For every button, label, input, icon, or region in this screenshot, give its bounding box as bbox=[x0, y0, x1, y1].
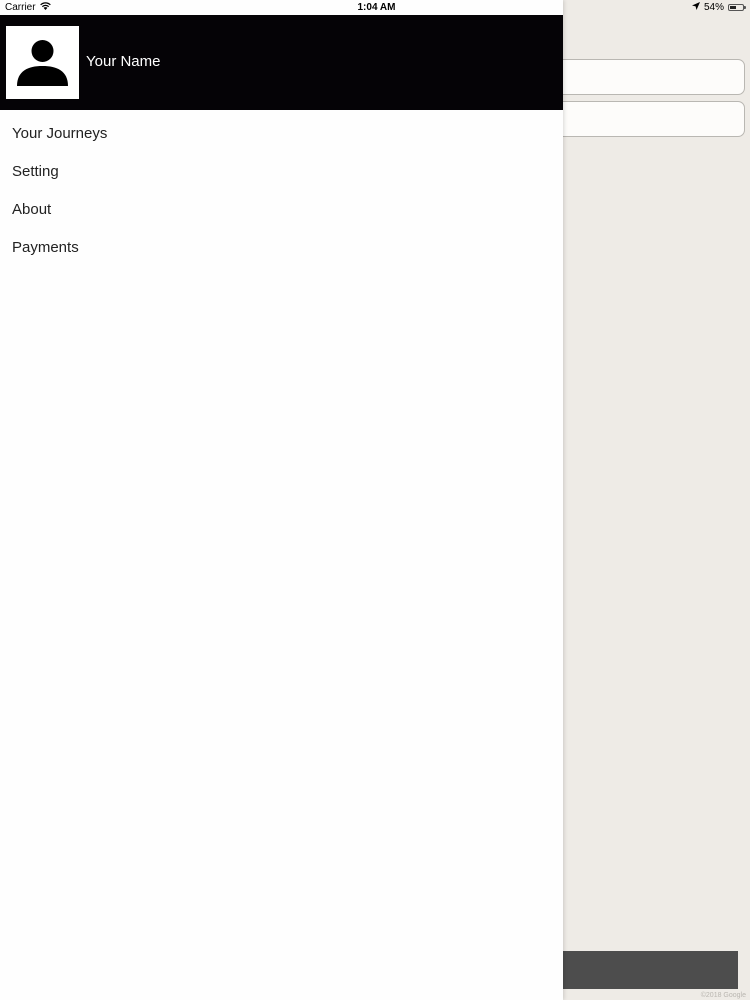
menu-item-about[interactable]: About bbox=[0, 191, 563, 229]
map-watermark: ©2018 Google bbox=[700, 992, 746, 999]
bottom-action-bar[interactable] bbox=[540, 951, 738, 989]
person-icon bbox=[6, 26, 79, 99]
avatar[interactable] bbox=[6, 26, 79, 99]
status-time: 1:04 AM bbox=[357, 2, 396, 13]
side-drawer: Your Name Your Journeys Setting About Pa… bbox=[0, 0, 563, 1000]
status-right-group: 54% bbox=[691, 2, 746, 13]
user-name[interactable]: Your Name bbox=[86, 53, 161, 70]
menu-item-payments[interactable]: Payments bbox=[0, 229, 563, 267]
menu-item-setting[interactable]: Setting bbox=[0, 153, 563, 191]
destination-input[interactable] bbox=[540, 101, 745, 137]
battery-level bbox=[730, 6, 737, 9]
status-bar: Carrier 1:04 AM 54% bbox=[0, 0, 750, 15]
origin-input[interactable] bbox=[540, 59, 745, 95]
drawer-menu: Your Journeys Setting About Payments bbox=[0, 115, 563, 267]
menu-item-your-journeys[interactable]: Your Journeys bbox=[0, 115, 563, 153]
location-arrow-icon bbox=[691, 2, 700, 13]
battery-percent: 54% bbox=[703, 2, 724, 13]
battery-icon bbox=[728, 4, 746, 11]
drawer-header: Your Name bbox=[0, 15, 563, 110]
